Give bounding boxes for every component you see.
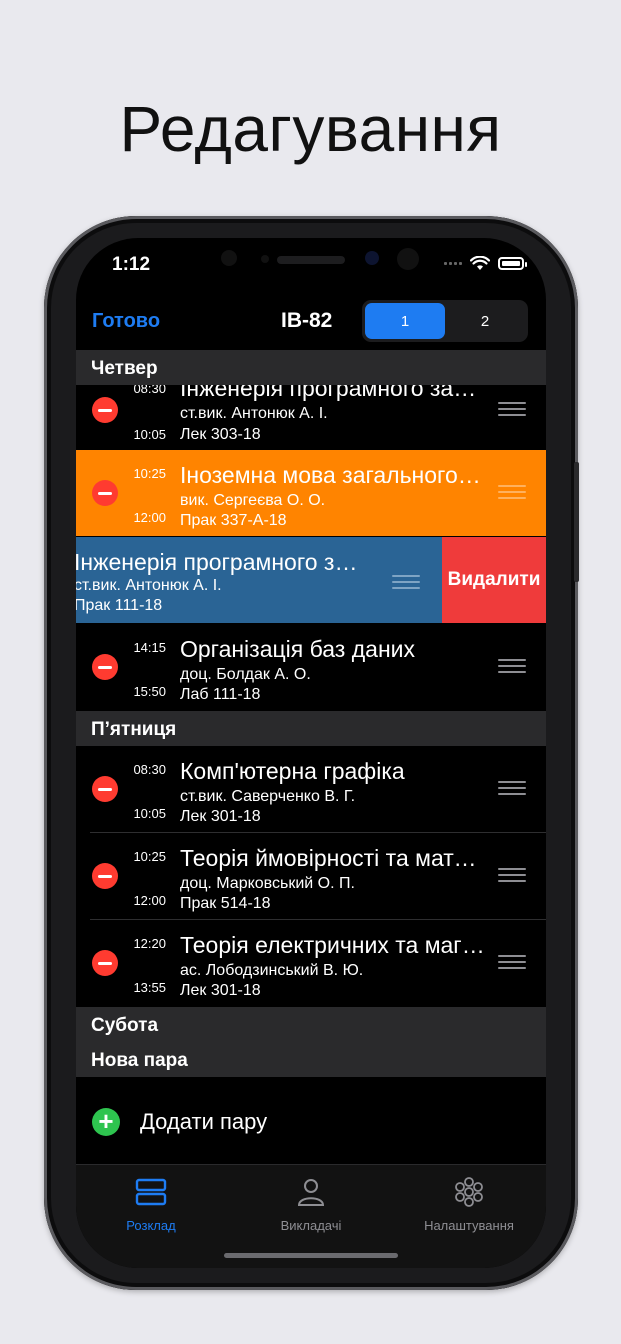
lesson-teacher: ас. Лободзинський В. Ю. xyxy=(180,962,364,979)
lesson-teacher: доц. Марковський О. П. xyxy=(180,875,355,892)
section-header-friday: П’ятниця xyxy=(76,711,546,746)
lesson-title: Теорія ймовірності та математична статис… xyxy=(180,845,486,871)
lesson-start-time: 14:15 xyxy=(133,640,166,655)
lesson-teacher: вик. Сергеєва О. О. xyxy=(180,492,326,509)
delete-toggle-button[interactable] xyxy=(92,863,118,889)
tab-label: Викладачі xyxy=(280,1218,342,1233)
lesson-row[interactable]: 12:20 13:55 Теорія електричних та магніт… xyxy=(76,920,546,1006)
phone-screen: 1:12 Готово ІВ-82 1 2 Четвер 08:30 10:05… xyxy=(76,238,546,1268)
section-header-new-pair: Нова пара xyxy=(76,1042,546,1077)
lesson-end-time: 10:05 xyxy=(133,427,166,442)
reorder-handle-icon[interactable] xyxy=(392,575,420,589)
lesson-title: Інженерія програмного забезпечення xyxy=(180,385,486,401)
settings-icon xyxy=(455,1177,483,1207)
signal-icon xyxy=(444,262,462,265)
lesson-row[interactable]: 08:30 10:05 Комп'ютерна графіка ст.вик. … xyxy=(76,746,546,832)
lesson-room: Прак 111-18 xyxy=(76,597,163,614)
battery-icon xyxy=(498,257,527,270)
done-button[interactable]: Готово xyxy=(92,310,160,333)
delete-toggle-button[interactable] xyxy=(92,654,118,680)
lesson-title: Інженерія програмного забезпечення xyxy=(76,549,366,575)
section-header-saturday: Субота xyxy=(76,1007,546,1042)
lesson-room: Прак 337-А-18 xyxy=(180,512,287,529)
lesson-start-time: 10:25 xyxy=(133,466,166,481)
lesson-room: Лаб 111-18 xyxy=(180,686,261,703)
lesson-teacher: ст.вик. Антонюк А. І. xyxy=(180,405,328,422)
plus-icon[interactable]: + xyxy=(92,1108,120,1136)
tab-teachers[interactable]: Викладачі xyxy=(231,1177,391,1233)
status-time: 1:12 xyxy=(112,254,151,275)
lesson-content[interactable]: Інженерія програмного забезпечення ст.ви… xyxy=(76,537,442,623)
notch xyxy=(181,238,441,284)
lesson-title: Організація баз даних xyxy=(180,636,416,662)
lesson-room: Прак 514-18 xyxy=(180,895,271,912)
lesson-end-time: 12:00 xyxy=(133,510,166,525)
week-segmented-control[interactable]: 1 2 xyxy=(362,300,528,342)
lesson-end-time: 12:00 xyxy=(133,893,166,908)
reorder-handle-icon[interactable] xyxy=(498,402,526,416)
delete-toggle-button[interactable] xyxy=(92,480,118,506)
segment-week-2[interactable]: 2 xyxy=(445,303,525,339)
nav-bar: Готово ІВ-82 1 2 xyxy=(76,298,546,348)
reorder-handle-icon[interactable] xyxy=(498,868,526,882)
lesson-title: Теорія електричних та магнітних кіл xyxy=(180,932,486,958)
lesson-row-swiped[interactable]: Інженерія програмного забезпечення ст.ви… xyxy=(76,537,546,623)
lesson-row[interactable]: 10:25 12:00 Теорія ймовірності та матема… xyxy=(76,833,546,919)
phone-side-button xyxy=(574,462,579,582)
lesson-teacher: доц. Болдак А. О. xyxy=(180,666,311,683)
section-header-thursday: Четвер xyxy=(76,350,546,385)
delete-button[interactable]: Видалити xyxy=(442,537,546,623)
person-icon xyxy=(297,1179,325,1206)
lesson-room: Лек 303-18 xyxy=(180,426,261,443)
delete-toggle-button[interactable] xyxy=(92,950,118,976)
status-icons xyxy=(444,256,527,271)
lesson-end-time: 15:50 xyxy=(133,684,166,699)
reorder-handle-icon[interactable] xyxy=(498,485,526,499)
lesson-row[interactable]: 08:30 10:05 Інженерія програмного забезп… xyxy=(76,385,546,449)
add-pair-label[interactable]: Додати пару xyxy=(140,1109,267,1135)
add-pair-row[interactable]: + Додати пару xyxy=(76,1078,546,1164)
lesson-start-time: 08:30 xyxy=(133,385,166,396)
lesson-end-time: 10:05 xyxy=(133,806,166,821)
wifi-icon xyxy=(470,256,490,270)
tab-label: Розклад xyxy=(126,1218,176,1233)
tab-settings[interactable]: Налаштування xyxy=(389,1177,546,1233)
tab-bar: Розклад Викладачі Налаштування xyxy=(76,1164,546,1268)
lesson-row[interactable]: 10:25 12:00 Іноземна мова загального спр… xyxy=(76,450,546,536)
lesson-room: Лек 301-18 xyxy=(180,982,261,999)
lesson-end-time: 13:55 xyxy=(133,980,166,995)
tab-label: Налаштування xyxy=(424,1218,514,1233)
delete-toggle-button[interactable] xyxy=(92,776,118,802)
lesson-row[interactable]: 14:15 15:50 Організація баз даних доц. Б… xyxy=(76,624,546,710)
segment-week-1[interactable]: 1 xyxy=(365,303,445,339)
lesson-teacher: ст.вик. Саверченко В. Г. xyxy=(180,788,356,805)
lesson-title: Комп'ютерна графіка xyxy=(180,758,405,784)
lesson-room: Лек 301-18 xyxy=(180,808,261,825)
lesson-start-time: 12:20 xyxy=(133,936,166,951)
lesson-title: Іноземна мова загального спрямування xyxy=(180,462,486,488)
reorder-handle-icon[interactable] xyxy=(498,781,526,795)
tab-schedule[interactable]: Розклад xyxy=(76,1177,231,1233)
headline: Редагування xyxy=(119,93,502,165)
lesson-teacher: ст.вик. Антонюк А. І. xyxy=(76,577,222,594)
lesson-start-time: 08:30 xyxy=(133,762,166,777)
schedule-icon xyxy=(135,1178,167,1206)
group-title: ІВ-82 xyxy=(281,309,333,332)
delete-toggle-button[interactable] xyxy=(92,397,118,423)
reorder-handle-icon[interactable] xyxy=(498,955,526,969)
lesson-start-time: 10:25 xyxy=(133,849,166,864)
reorder-handle-icon[interactable] xyxy=(498,659,526,673)
home-indicator[interactable] xyxy=(224,1253,398,1258)
